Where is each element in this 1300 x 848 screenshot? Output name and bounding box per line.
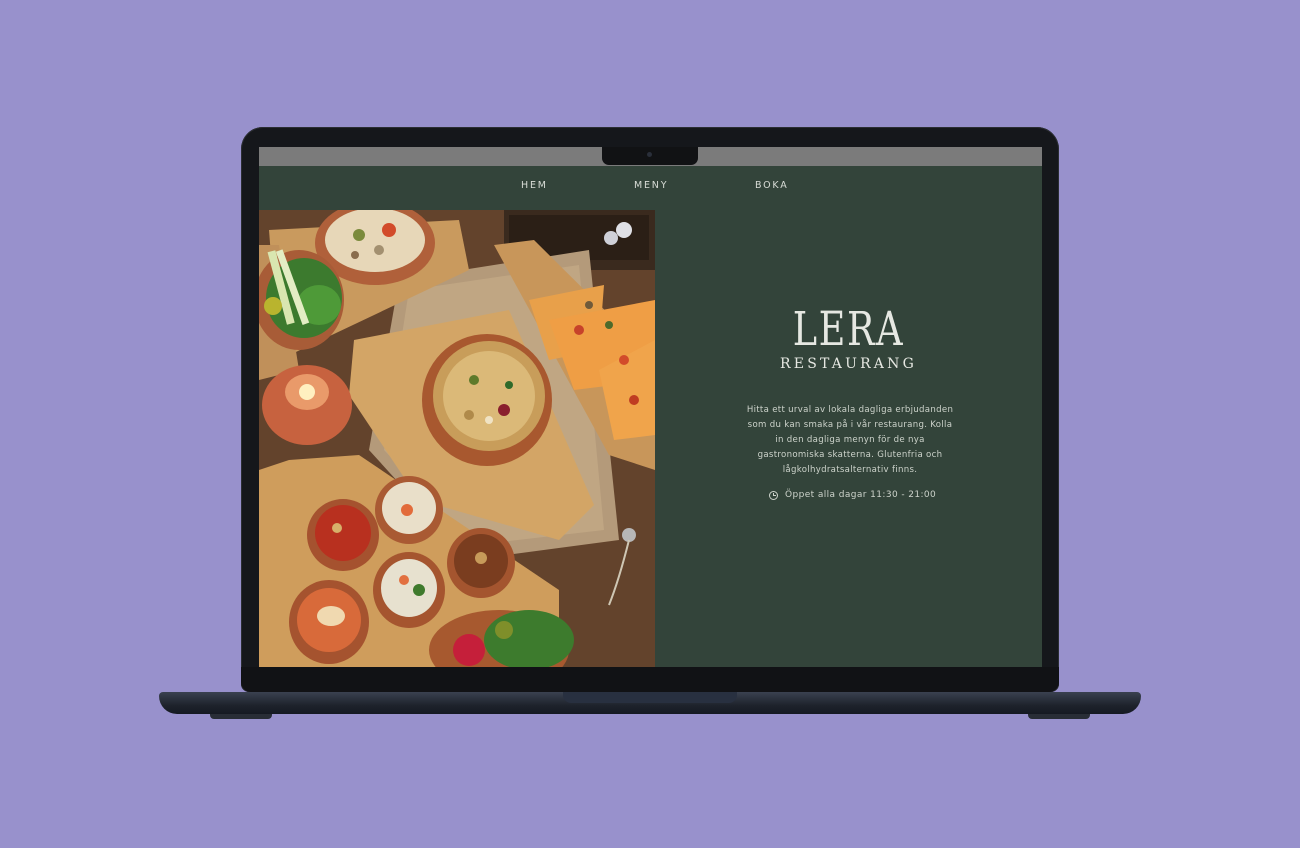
- laptop-chin: [241, 667, 1059, 692]
- site-nav: HEM MENY BOKA: [259, 166, 1042, 210]
- brand-name: LERA: [792, 302, 905, 357]
- intro-panel: LERA RESTAURANG Hitta ett urval av lokal…: [655, 210, 1042, 667]
- camera-notch: [602, 147, 698, 165]
- nav-item-boka[interactable]: BOKA: [755, 180, 789, 191]
- opening-hours: Öppet alla dagar 11:30 - 21:00: [769, 488, 936, 502]
- laptop-foot-left: [210, 714, 272, 719]
- laptop-foot-right: [1028, 714, 1090, 719]
- nav-item-meny[interactable]: MENY: [634, 180, 668, 191]
- nav-item-hem[interactable]: HEM: [521, 180, 548, 191]
- brand-subtitle: RESTAURANG: [780, 356, 917, 372]
- laptop-opening-notch: [563, 692, 737, 703]
- laptop-screen: HEM MENY BOKA LERA RESTAURANG Hitta ett …: [259, 147, 1042, 667]
- camera-icon: [647, 152, 652, 157]
- opening-hours-text: Öppet alla dagar 11:30 - 21:00: [785, 490, 937, 500]
- food-photo-illustration: [259, 210, 655, 667]
- hero-food-photo: [259, 210, 655, 667]
- clock-icon: [769, 490, 778, 500]
- intro-text: Hitta ett urval av lokala dagliga erbjud…: [746, 404, 954, 475]
